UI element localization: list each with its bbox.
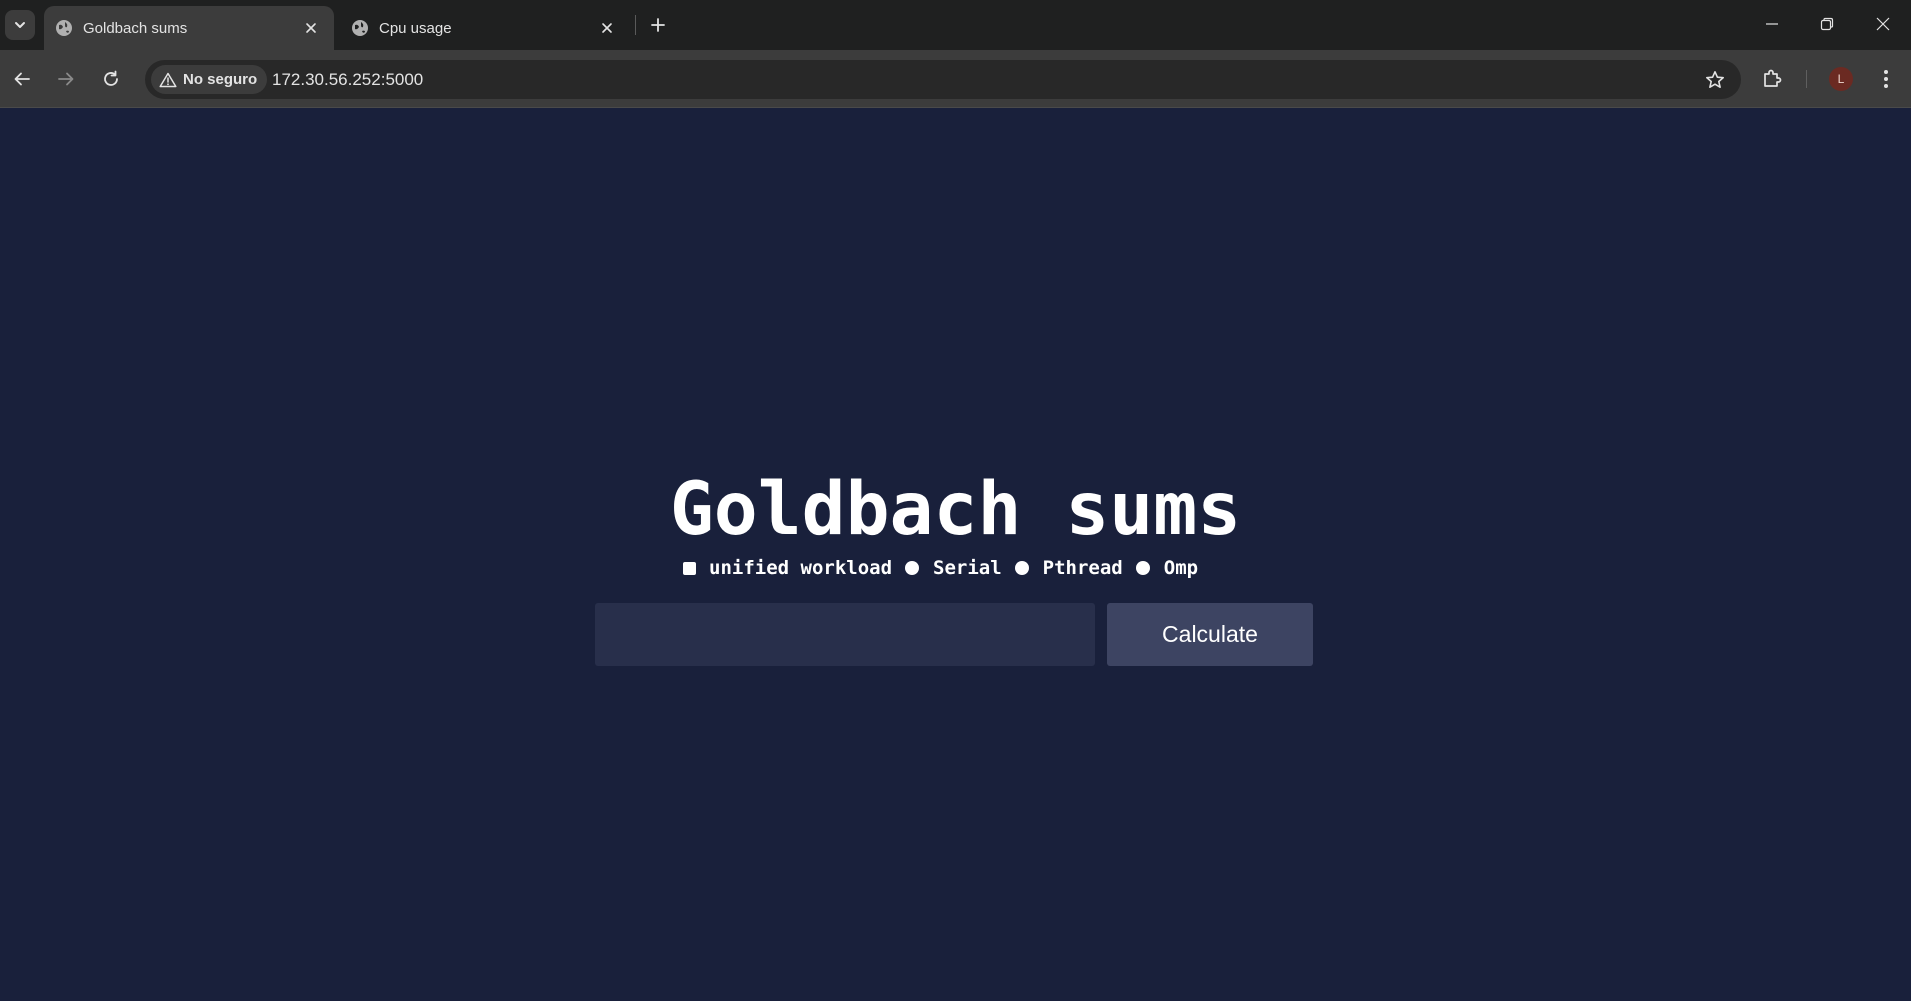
bookmark-star-icon[interactable] bbox=[1703, 68, 1727, 92]
tab-strip: Goldbach sums Cpu usage bbox=[0, 0, 1911, 50]
security-indicator[interactable]: No seguro bbox=[151, 65, 268, 94]
tab-search-button[interactable] bbox=[5, 10, 35, 40]
toolbar-divider bbox=[1806, 70, 1807, 88]
calculate-button[interactable]: Calculate bbox=[1107, 603, 1313, 666]
forward-button[interactable] bbox=[46, 59, 86, 99]
more-vertical-icon bbox=[1884, 70, 1888, 88]
restore-icon bbox=[1820, 17, 1834, 31]
minimize-button[interactable] bbox=[1744, 0, 1800, 48]
unified-workload-label: unified workload bbox=[709, 557, 893, 579]
pthread-label: Pthread bbox=[1042, 557, 1123, 579]
plus-icon bbox=[651, 18, 665, 32]
profile-avatar[interactable]: L bbox=[1829, 67, 1853, 91]
url-text[interactable]: 172.30.56.252:5000 bbox=[272, 60, 423, 99]
close-window-button[interactable] bbox=[1855, 0, 1911, 48]
omp-radio[interactable] bbox=[1135, 561, 1150, 575]
omp-label: Omp bbox=[1163, 557, 1199, 579]
reload-button[interactable] bbox=[91, 59, 131, 99]
serial-label: Serial bbox=[933, 557, 1002, 579]
number-input[interactable] bbox=[595, 603, 1095, 666]
serial-radio[interactable] bbox=[905, 561, 920, 575]
tab-title: Cpu usage bbox=[379, 19, 452, 37]
tab-goldbach-sums[interactable]: Goldbach sums bbox=[44, 6, 334, 50]
browser-menu-button[interactable] bbox=[1874, 64, 1898, 94]
unified-workload-checkbox[interactable] bbox=[683, 561, 696, 575]
arrow-left-icon bbox=[14, 72, 30, 86]
options-row: unified workload Serial Pthread Omp bbox=[683, 555, 1211, 581]
tab-cpu-usage[interactable]: Cpu usage bbox=[340, 6, 630, 50]
tab-divider bbox=[635, 15, 636, 35]
reload-icon bbox=[104, 70, 118, 86]
close-icon bbox=[1876, 17, 1890, 31]
back-button[interactable] bbox=[2, 59, 42, 99]
page-title: Goldbach sums bbox=[669, 467, 1242, 552]
chevron-down-icon bbox=[15, 22, 25, 28]
warning-icon bbox=[159, 72, 177, 87]
globe-icon bbox=[56, 20, 72, 36]
minimize-icon bbox=[1766, 23, 1778, 25]
address-bar[interactable]: No seguro 172.30.56.252:5000 bbox=[145, 60, 1741, 99]
new-tab-button[interactable] bbox=[644, 11, 672, 39]
pthread-radio[interactable] bbox=[1014, 561, 1029, 575]
globe-icon bbox=[352, 20, 368, 36]
close-tab-icon[interactable] bbox=[300, 17, 322, 39]
close-tab-icon[interactable] bbox=[596, 17, 618, 39]
security-label: No seguro bbox=[183, 71, 258, 88]
restore-button[interactable] bbox=[1799, 0, 1855, 48]
extensions-button[interactable] bbox=[1757, 64, 1787, 94]
tab-title: Goldbach sums bbox=[83, 19, 188, 37]
arrow-right-icon bbox=[58, 72, 74, 86]
browser-toolbar: No seguro 172.30.56.252:5000 L bbox=[0, 50, 1911, 108]
puzzle-piece-icon bbox=[1764, 69, 1782, 87]
